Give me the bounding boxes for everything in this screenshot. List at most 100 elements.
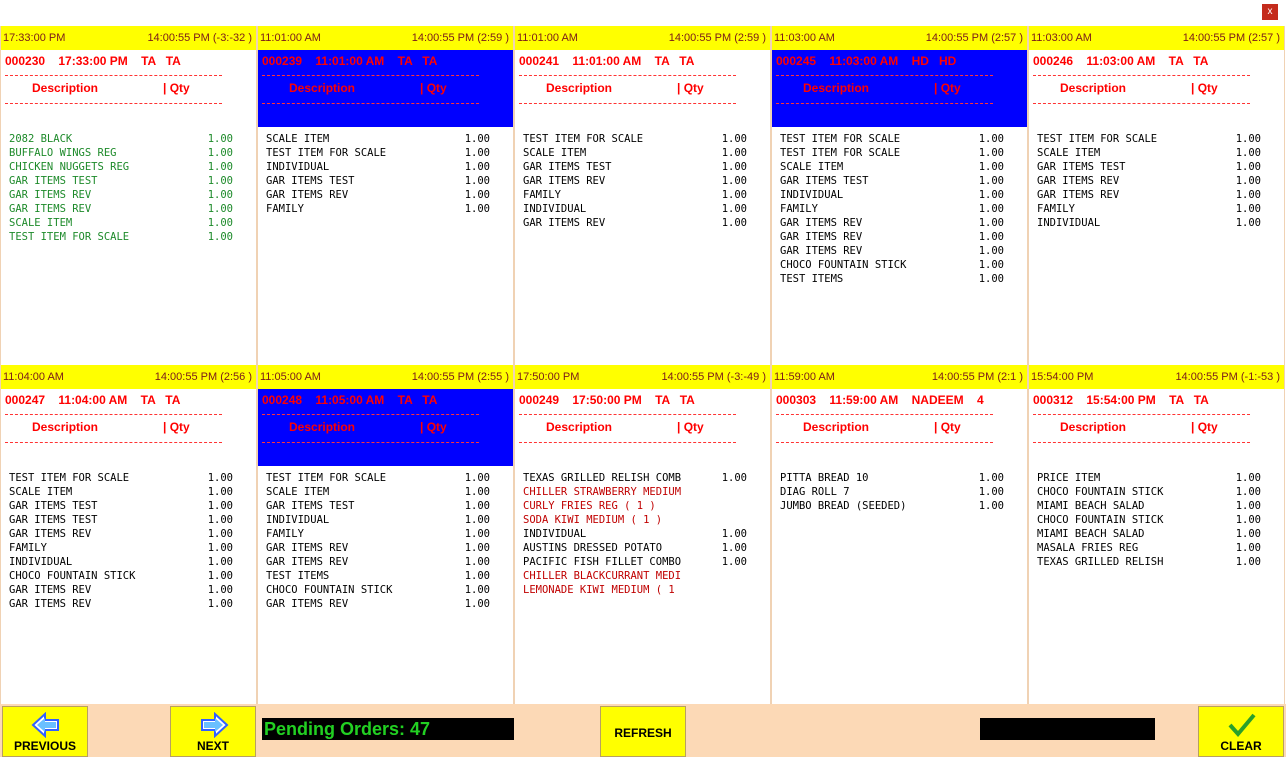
item-description: FAMILY [266, 528, 304, 540]
order-header: 000241 11:01:00 AM TA TA Description | Qty [515, 50, 770, 127]
order-header: 000249 17:50:00 PM TA TA Description | Qty [515, 389, 770, 466]
item-qty [717, 485, 747, 499]
item-qty: 1.00 [1235, 528, 1261, 540]
order-number-line: 000249 17:50:00 PM TA TA [519, 393, 695, 407]
qty-header: | Qty [677, 420, 704, 434]
order-item-row: TEST ITEM FOR SCALE 1.00 [9, 230, 256, 244]
refresh-label: REFRESH [614, 726, 672, 740]
order-card[interactable]: 11:04:00 AM 14:00:55 PM (2:56 ) 000247 11:… [0, 365, 257, 704]
order-item-row: INDIVIDUAL 1.00 [1037, 216, 1284, 230]
item-description: SCALE ITEM [266, 133, 330, 145]
previous-button[interactable]: PREVIOUS [2, 706, 88, 757]
order-card[interactable]: 11:03:00 AM 14:00:55 PM (2:57 ) 000245 11:… [771, 26, 1028, 365]
order-start-time: 11:01:00 AM [260, 32, 321, 44]
item-qty: 1.00 [721, 542, 747, 554]
item-qty: 1.00 [978, 245, 1004, 257]
order-item-row: TEST ITEMS 1.00 [266, 569, 513, 583]
item-description: GAR ITEMS TEST [523, 161, 612, 173]
item-description: INDIVIDUAL [523, 203, 587, 215]
order-item-row: MASALA FRIES REG 1.00 [1037, 541, 1284, 555]
item-qty: 1.00 [207, 542, 233, 554]
order-elapsed-time: 14:00:55 PM (2:1 ) [931, 371, 1023, 383]
item-description: JUMBO BREAD (SEEDED) [780, 500, 907, 512]
order-item-row: CHOCO FOUNTAIN STICK 1.00 [780, 258, 1027, 272]
order-start-time: 11:03:00 AM [1031, 32, 1092, 44]
order-card[interactable]: 11:01:00 AM 14:00:55 PM (2:59 ) 000239 11:… [257, 26, 514, 365]
order-item-row: CHOCO FOUNTAIN STICK 1.00 [9, 569, 256, 583]
divider [519, 103, 736, 104]
item-qty: 1.00 [721, 189, 747, 201]
order-start-time: 17:33:00 PM [3, 32, 66, 44]
item-qty: 1.00 [978, 175, 1004, 187]
item-qty: 1.00 [978, 133, 1004, 145]
item-qty: 1.00 [1235, 514, 1261, 526]
order-item-row: GAR ITEMS REV 1.00 [523, 216, 770, 230]
item-description: TEST ITEM FOR SCALE [523, 133, 644, 145]
order-time-bar: 11:03:00 AM 14:00:55 PM (2:57 ) [772, 26, 1027, 50]
order-item-row: SCALE ITEM 1.00 [9, 485, 256, 499]
item-qty: 1.00 [464, 584, 490, 596]
item-qty: 1.00 [207, 556, 233, 568]
item-qty: 1.00 [207, 500, 233, 512]
order-items: TEST ITEM FOR SCALE 1.00 SCALE ITEM 1.00 GAR… [1, 466, 256, 611]
item-qty: 1.00 [207, 514, 233, 526]
order-card[interactable]: 11:59:00 AM 14:00:55 PM (2:1 ) 000303 11:5… [771, 365, 1028, 704]
order-item-row: GAR ITEMS REV 1.00 [780, 216, 1027, 230]
next-button[interactable]: NEXT [170, 706, 256, 757]
item-description: DIAG ROLL 7 [780, 486, 850, 498]
item-description: GAR ITEMS TEST [780, 175, 869, 187]
order-start-time: 15:54:00 PM [1031, 371, 1094, 383]
close-button[interactable]: x [1262, 4, 1278, 20]
order-card[interactable]: 11:05:00 AM 14:00:55 PM (2:55 ) 000248 11:… [257, 365, 514, 704]
order-time-bar: 11:05:00 AM 14:00:55 PM (2:55 ) [258, 365, 513, 389]
order-time-bar: 11:01:00 AM 14:00:55 PM (2:59 ) [515, 26, 770, 50]
order-card[interactable]: 17:50:00 PM 14:00:55 PM (-3:-49 ) 000249 1… [514, 365, 771, 704]
order-item-row: SCALE ITEM 1.00 [266, 132, 513, 146]
order-card[interactable]: 11:01:00 AM 14:00:55 PM (2:59 ) 000241 11:… [514, 26, 771, 365]
item-description: GAR ITEMS REV [266, 189, 349, 201]
item-description: GAR ITEMS TEST [266, 175, 355, 187]
item-qty: 1.00 [1235, 203, 1261, 215]
order-card[interactable]: 17:33:00 PM 14:00:55 PM (-3:-32 ) 000230 1… [0, 26, 257, 365]
item-qty: 1.00 [464, 556, 490, 568]
item-qty: 1.00 [207, 203, 233, 215]
item-qty: 1.00 [1235, 556, 1261, 568]
item-qty: 1.00 [207, 472, 233, 484]
order-card[interactable]: 11:03:00 AM 14:00:55 PM (2:57 ) 000246 11:… [1028, 26, 1285, 365]
item-description: TEST ITEM FOR SCALE [266, 472, 387, 484]
item-qty: 1.00 [1235, 147, 1261, 159]
order-elapsed-time: 14:00:55 PM (2:59 ) [668, 32, 766, 44]
order-item-row: GAR ITEMS REV 1.00 [9, 202, 256, 216]
item-description: SCALE ITEM [780, 161, 844, 173]
qty-header: | Qty [934, 420, 961, 434]
description-header: Description [289, 81, 356, 95]
column-header: Description | Qty [5, 81, 252, 97]
divider [1033, 442, 1250, 443]
clear-button[interactable]: CLEAR [1198, 706, 1284, 757]
refresh-button[interactable]: REFRESH [600, 706, 686, 757]
description-header: Description [32, 420, 99, 434]
pending-orders-count: Pending Orders: 47 [262, 718, 514, 740]
order-item-row: INDIVIDUAL 1.00 [523, 202, 770, 216]
item-qty: 1.00 [721, 217, 747, 229]
order-item-row: INDIVIDUAL 1.00 [9, 555, 256, 569]
item-qty [717, 569, 747, 583]
column-header: Description | Qty [1033, 420, 1280, 436]
item-description: INDIVIDUAL [266, 514, 330, 526]
divider [5, 75, 222, 76]
item-qty: 1.00 [464, 514, 490, 526]
order-item-row: TEST ITEM FOR SCALE 1.00 [266, 471, 513, 485]
order-item-row: GAR ITEMS TEST 1.00 [9, 513, 256, 527]
order-item-row: GAR ITEMS TEST 1.00 [266, 174, 513, 188]
order-item-row: FAMILY 1.00 [266, 527, 513, 541]
item-description: INDIVIDUAL [266, 161, 330, 173]
item-qty: 1.00 [978, 486, 1004, 498]
item-description: GAR ITEMS REV [266, 556, 349, 568]
item-description: TEST ITEM FOR SCALE [9, 231, 130, 243]
item-qty: 1.00 [464, 486, 490, 498]
order-card[interactable]: 15:54:00 PM 14:00:55 PM (-1:-53 ) 000312 1… [1028, 365, 1285, 704]
divider [776, 414, 993, 415]
orders-grid: 17:33:00 PM 14:00:55 PM (-3:-32 ) 000230 1… [0, 26, 1286, 704]
order-item-row: PITTA BREAD 10 1.00 [780, 471, 1027, 485]
item-qty [717, 513, 747, 527]
